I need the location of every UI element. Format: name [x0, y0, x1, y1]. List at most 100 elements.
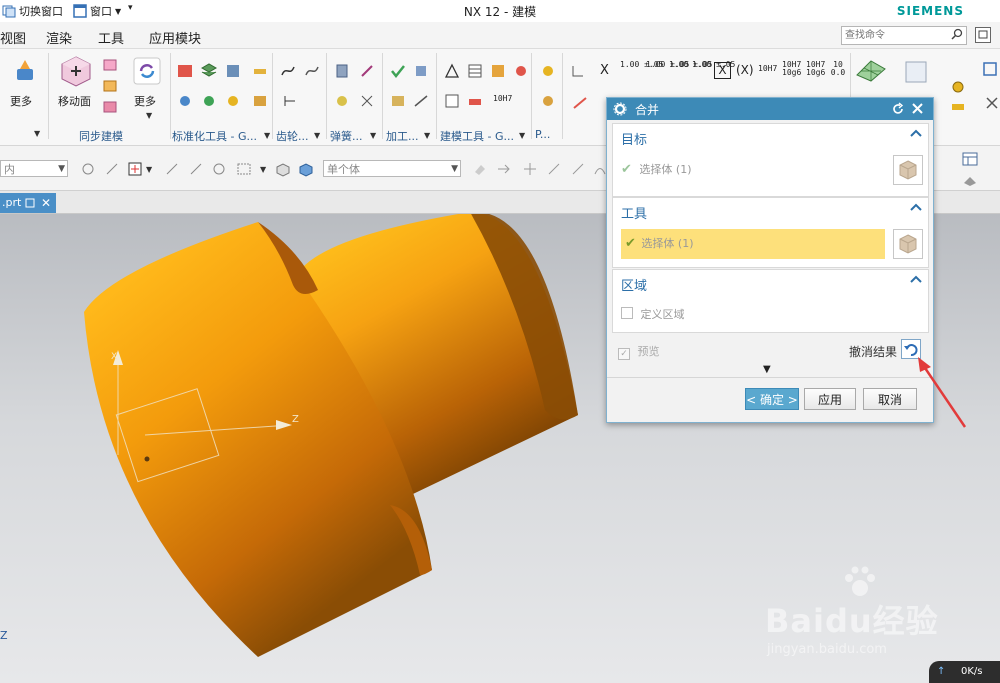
center-icon[interactable] [211, 161, 227, 177]
weld-icon[interactable] [572, 95, 588, 111]
endpoint-icon[interactable] [164, 161, 180, 177]
move-icon[interactable] [522, 161, 538, 177]
target-select-body[interactable]: ✔ 选择体 (1) [621, 155, 885, 185]
view-section-icon[interactable] [905, 61, 927, 83]
line2-icon[interactable] [570, 161, 586, 177]
more-button-1[interactable]: 更多 [8, 55, 42, 115]
chevron-down-icon[interactable]: ▼ [260, 165, 266, 174]
chevron-down-icon[interactable]: ▼ [264, 131, 270, 140]
layout-icon[interactable] [962, 151, 978, 167]
define-region-option[interactable]: 定义区域 [621, 306, 685, 322]
close-icon[interactable]: ✕ [41, 193, 51, 213]
gear-icon[interactable] [613, 102, 627, 116]
search-icon[interactable] [951, 28, 963, 40]
type-filter-dropdown[interactable]: 内 ▼ [0, 160, 68, 177]
dim-label-7[interactable]: 10H7 10g6 [806, 61, 825, 77]
chamfer-icon[interactable] [390, 93, 406, 109]
replace-face-icon[interactable] [102, 99, 118, 115]
coins-icon[interactable] [540, 63, 556, 79]
expand-more-icon[interactable]: ▼ [763, 364, 771, 375]
eraser-icon[interactable] [472, 161, 488, 177]
dim-label-8[interactable]: 10 0.0 [830, 61, 846, 77]
expression-icon[interactable] [513, 63, 529, 79]
cancel-button[interactable]: 取消 [863, 388, 917, 410]
select-filter-icon[interactable] [80, 161, 96, 177]
pull-face-icon[interactable] [102, 57, 118, 73]
box-select-icon[interactable] [236, 161, 252, 177]
dim-label-5[interactable]: 10H7 [758, 65, 777, 73]
fastener-icon[interactable] [950, 99, 966, 115]
arrow-right-icon[interactable] [496, 161, 512, 177]
assembly-icon[interactable] [950, 79, 966, 95]
menu-tools[interactable]: 工具 [98, 28, 124, 47]
gear-dimension-icon[interactable] [282, 93, 298, 109]
stack-icon[interactable] [201, 63, 217, 79]
drill-icon[interactable] [413, 63, 429, 79]
hardware-icon[interactable] [252, 93, 268, 109]
inspect-icon[interactable] [467, 93, 483, 109]
symbol-paren-x[interactable]: (X) [736, 63, 754, 77]
disc-spring-icon[interactable] [334, 93, 350, 109]
point-snap-icon[interactable] [127, 161, 143, 177]
midpoint-icon[interactable] [188, 161, 204, 177]
sheet-icon[interactable] [444, 93, 460, 109]
command-search-input[interactable] [842, 28, 948, 43]
screw-icon[interactable] [225, 93, 241, 109]
solid-body-icon[interactable] [298, 161, 314, 177]
chevron-up-icon[interactable] [910, 202, 922, 212]
compression-spring-icon[interactable] [359, 63, 375, 79]
triangle-icon[interactable] [444, 63, 460, 79]
gold-icon[interactable] [540, 93, 556, 109]
chevron-up-icon[interactable] [910, 274, 922, 284]
reset-icon[interactable] [891, 102, 905, 116]
chevron-down-icon[interactable]: ▼ [314, 131, 320, 140]
spring-delete-icon[interactable] [359, 93, 375, 109]
datum-icon[interactable] [570, 63, 586, 79]
more-button-2[interactable]: 更多 [130, 55, 164, 115]
ok-button[interactable]: < 确定 > [745, 388, 799, 410]
wrench-icon[interactable] [201, 93, 217, 109]
target-body-selector-button[interactable] [893, 155, 923, 185]
tool-select-body[interactable]: ✔ 选择体 (1) [621, 229, 885, 259]
chevron-down-icon[interactable]: ▼ [424, 131, 430, 140]
chevron-down-icon[interactable]: ▼ [370, 131, 376, 140]
check-icon[interactable] [390, 63, 406, 79]
table-icon[interactable] [467, 63, 483, 79]
chevron-up-icon[interactable] [910, 128, 922, 138]
apply-button[interactable]: 应用 [804, 388, 856, 410]
gear-profile-icon[interactable] [304, 63, 320, 79]
pen-icon[interactable] [252, 63, 268, 79]
preview-checkbox[interactable]: ✓ [618, 348, 630, 360]
move-face-button[interactable]: 移动面 [56, 55, 96, 115]
menu-render[interactable]: 渲染 [46, 28, 72, 47]
bolt-icon[interactable] [177, 93, 193, 109]
cut-icon[interactable] [413, 93, 429, 109]
chevron-down-icon[interactable]: ▼ [146, 111, 152, 120]
chevron-down-icon[interactable]: ▼ [519, 131, 525, 140]
part-family-icon[interactable] [490, 63, 506, 79]
define-region-checkbox[interactable] [621, 307, 633, 319]
render-style-icon[interactable] [962, 173, 978, 189]
close-icon[interactable] [911, 102, 924, 115]
restore-window-button[interactable] [975, 27, 991, 43]
gear-curve-icon[interactable] [280, 63, 296, 79]
chevron-down-icon[interactable]: ▼ [146, 165, 152, 174]
line-icon[interactable] [546, 161, 562, 177]
surface-mesh-icon[interactable] [855, 57, 887, 83]
symbol-box-x[interactable]: X [714, 62, 731, 79]
body-rule-dropdown[interactable]: 单个体 ▼ [323, 160, 461, 177]
symbol-x[interactable]: X [600, 63, 609, 78]
menu-application[interactable]: 应用模块 [149, 28, 201, 47]
body-select-icon[interactable] [275, 161, 291, 177]
standard-part-icon[interactable] [177, 63, 193, 79]
dialog-title-bar[interactable]: 合并 [607, 98, 933, 120]
snap-icon[interactable] [104, 161, 120, 177]
close-x-icon[interactable] [984, 95, 1000, 111]
layers-icon[interactable] [225, 63, 241, 79]
menu-view[interactable]: 视图 [0, 28, 26, 47]
dim-label-6[interactable]: 10H7 10g6 [782, 61, 801, 77]
preview-option[interactable]: ✓ 预览 [618, 343, 660, 360]
tolerance-10h7-icon[interactable]: 10H7 [493, 95, 512, 103]
offset-region-icon[interactable] [102, 78, 118, 94]
tab-part-file[interactable]: .prt ✕ [0, 193, 56, 213]
